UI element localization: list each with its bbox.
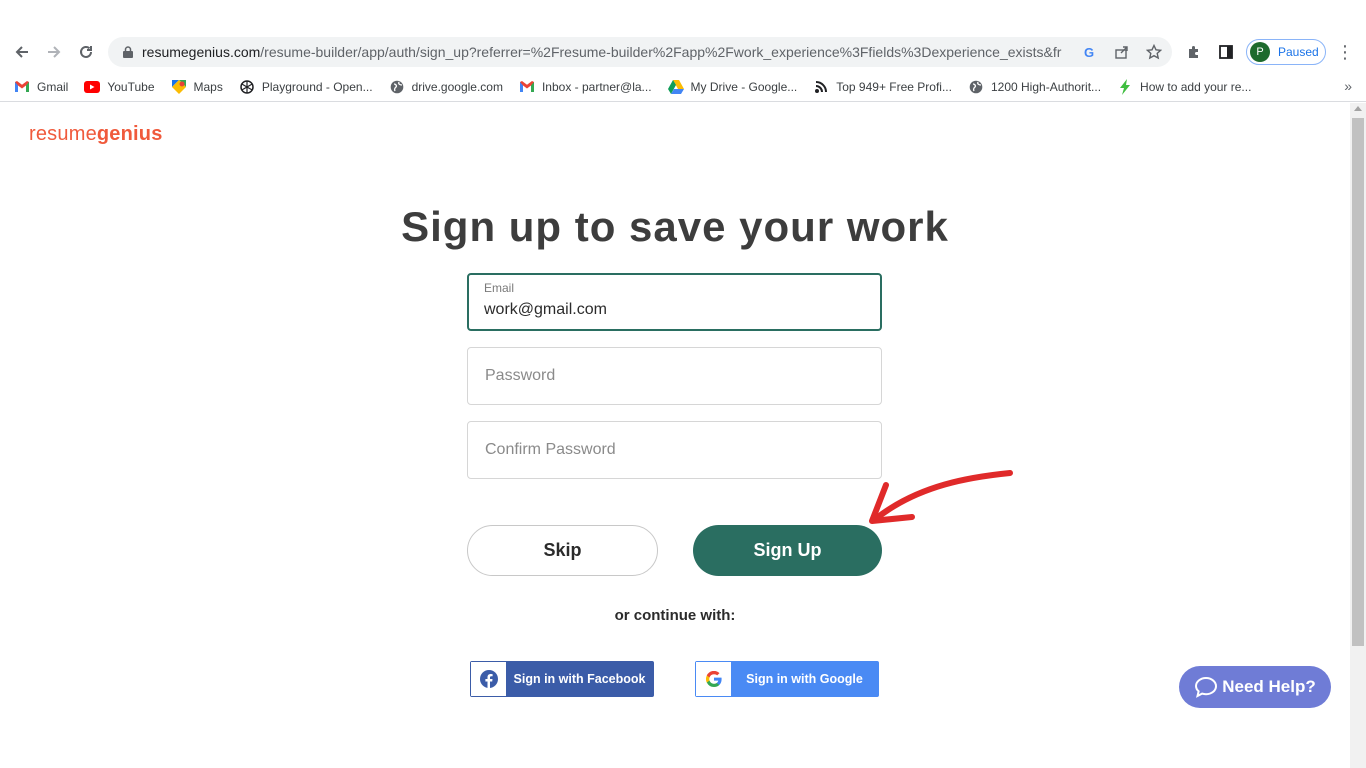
logo-light: resume <box>29 123 97 145</box>
need-help-button[interactable]: Need Help? <box>1179 666 1331 708</box>
gmail-icon <box>14 79 30 95</box>
email-value[interactable]: work@gmail.com <box>484 301 607 319</box>
google-signin-button[interactable]: Sign in with Google <box>695 661 879 697</box>
url-text[interactable]: resumegenius.com/resume-builder/app/auth… <box>142 44 1062 60</box>
confirm-password-field[interactable]: Confirm Password <box>467 421 882 479</box>
side-panel-icon[interactable] <box>1216 42 1236 62</box>
feed-icon <box>813 79 829 95</box>
bolt-icon <box>1117 78 1133 95</box>
bookmark-how-to-add[interactable]: How to add your re... <box>1117 78 1252 95</box>
back-arrow-icon[interactable] <box>10 40 34 64</box>
svg-text:G: G <box>1084 45 1094 59</box>
bookmark-label: 1200 High-Authorit... <box>990 79 1102 94</box>
bookmark-label: Top 949+ Free Profi... <box>836 79 952 94</box>
gmail-icon <box>519 79 535 95</box>
bookmark-label: drive.google.com <box>411 79 503 94</box>
bookmark-playground[interactable]: Playground - Open... <box>239 79 373 95</box>
bookmark-1200-high[interactable]: 1200 High-Authorit... <box>968 79 1101 95</box>
password-field[interactable]: Password <box>467 347 882 405</box>
globe-icon <box>968 79 984 95</box>
skip-button[interactable]: Skip <box>467 525 658 576</box>
sign-up-button[interactable]: Sign Up <box>693 525 882 576</box>
scrollbar-thumb[interactable] <box>1352 118 1364 646</box>
facebook-icon <box>471 662 506 696</box>
avatar: P <box>1250 42 1270 62</box>
bookmark-my-drive[interactable]: My Drive - Google... <box>667 79 798 95</box>
bookmark-star-icon[interactable] <box>1146 44 1162 60</box>
bookmarks-bar: Gmail YouTube Maps Playground - Open... … <box>0 72 1366 102</box>
scroll-up-arrow-icon[interactable] <box>1354 106 1362 111</box>
facebook-signin-label: Sign in with Facebook <box>513 672 646 686</box>
google-drive-icon <box>667 79 684 95</box>
google-signin-label: Sign in with Google <box>746 672 863 686</box>
page-content: resumegenius Sign up to save your work E… <box>0 103 1350 768</box>
bookmarks-overflow-icon[interactable]: » <box>1344 78 1352 94</box>
google-lens-icon[interactable]: G <box>1082 44 1098 60</box>
password-placeholder: Password <box>485 367 556 384</box>
email-label: Email <box>484 281 515 295</box>
or-continue-text: or continue with: <box>614 607 736 624</box>
globe-icon <box>389 79 405 95</box>
address-bar[interactable]: resumegenius.com/resume-builder/app/auth… <box>108 37 1172 67</box>
bookmark-label: My Drive - Google... <box>690 79 798 94</box>
bookmark-label: Inbox - partner@la... <box>541 79 652 94</box>
google-icon <box>696 662 731 696</box>
bookmark-label: YouTube <box>107 79 155 94</box>
bookmark-inbox[interactable]: Inbox - partner@la... <box>519 79 652 95</box>
profile-status: Paused <box>1278 45 1319 59</box>
resumegenius-logo[interactable]: resumegenius <box>29 123 163 146</box>
facebook-signin-button[interactable]: Sign in with Facebook <box>470 661 654 697</box>
need-help-label: Need Help? <box>1222 677 1316 696</box>
page-title: Sign up to save your work <box>401 203 949 250</box>
bookmark-maps[interactable]: Maps <box>171 79 223 95</box>
bookmark-youtube[interactable]: YouTube <box>84 79 155 95</box>
confirm-password-placeholder: Confirm Password <box>485 441 616 458</box>
bookmark-label: Gmail <box>37 79 69 94</box>
email-field[interactable]: Email work@gmail.com <box>467 273 882 331</box>
logo-bold: genius <box>96 123 163 145</box>
bookmark-label: How to add your re... <box>1140 79 1252 94</box>
bookmark-gmail[interactable]: Gmail <box>14 79 68 95</box>
reload-icon[interactable] <box>74 40 98 64</box>
browser-toolbar: resumegenius.com/resume-builder/app/auth… <box>0 0 1366 72</box>
lock-icon[interactable] <box>120 44 136 60</box>
share-icon[interactable] <box>1114 44 1130 60</box>
bookmark-drive-google[interactable]: drive.google.com <box>389 79 503 95</box>
forward-arrow-icon[interactable] <box>42 40 66 64</box>
youtube-icon <box>84 79 101 95</box>
extensions-puzzle-icon[interactable] <box>1184 42 1204 62</box>
maps-icon <box>171 79 187 95</box>
profile-button[interactable]: P Paused <box>1246 39 1326 65</box>
openai-icon <box>239 79 255 95</box>
bookmark-top-949[interactable]: Top 949+ Free Profi... <box>813 79 952 95</box>
bookmark-label: Maps <box>193 79 223 94</box>
browser-menu-icon[interactable]: ⋮ <box>1336 42 1354 62</box>
annotation-arrow-icon <box>869 470 1013 524</box>
bookmark-label: Playground - Open... <box>261 79 373 94</box>
chat-bubble-icon <box>1195 676 1218 698</box>
